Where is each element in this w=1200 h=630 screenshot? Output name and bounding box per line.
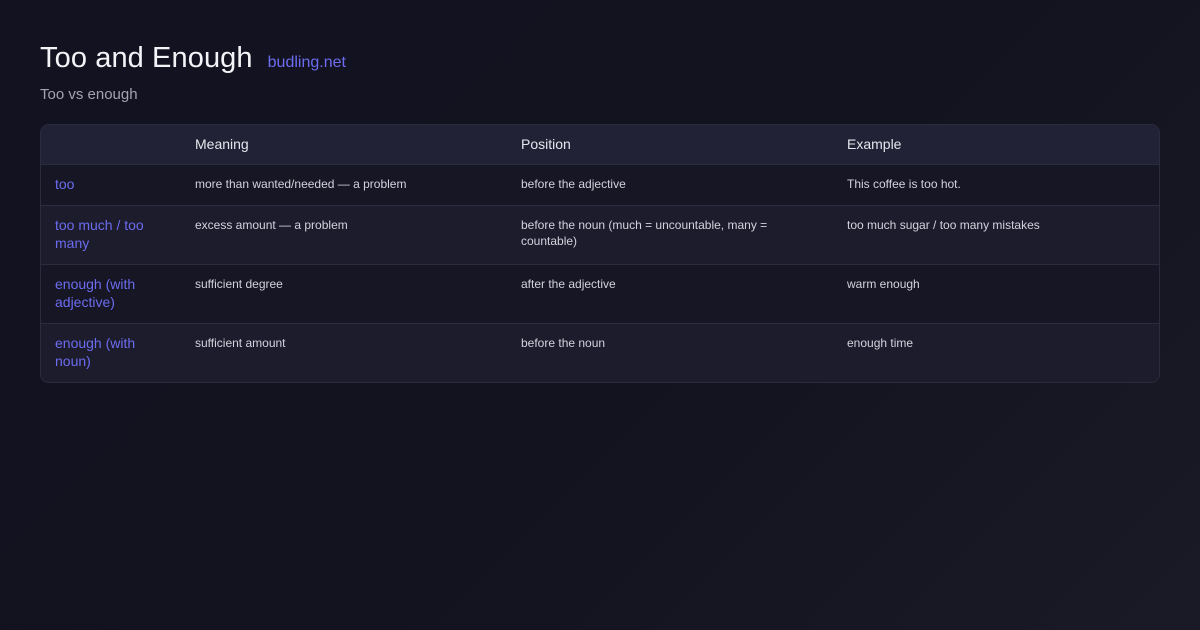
row-term: too much / too many [55,216,144,251]
row-position: before the noun (much = uncountable, man… [521,217,768,248]
comparison-table-card: Meaning Position Example too more than w… [40,124,1160,383]
row-example: This coffee is too hot. [847,176,961,191]
row-example: enough time [847,335,914,350]
column-header-example: Example [847,136,902,153]
row-meaning: more than wanted/needed — a problem [195,176,407,191]
row-term: too [55,175,75,192]
row-term: enough (with adjective) [55,275,136,310]
row-example: warm enough [847,276,920,291]
row-example: too much sugar / too many mistakes [847,217,1040,232]
comparison-table: Meaning Position Example too more than w… [41,125,1159,382]
page-title: Too and Enough [40,42,253,74]
column-header-position: Position [521,136,571,153]
table-row: enough (with noun) sufficient amount bef… [41,323,1159,382]
column-header-meaning: Meaning [195,136,249,153]
row-position: after the adjective [521,276,616,291]
table-header-row: Meaning Position Example [41,125,1159,164]
row-term: enough (with noun) [55,334,136,369]
row-meaning: sufficient degree [195,276,283,291]
row-meaning: sufficient amount [195,335,286,350]
row-position: before the adjective [521,176,626,191]
table-row: enough (with adjective) sufficient degre… [41,264,1159,323]
row-meaning: excess amount — a problem [195,217,348,232]
row-position: before the noun [521,335,606,350]
page-header: Too and Enough budling.net [40,42,346,75]
page-subtitle: Too vs enough [40,86,138,103]
column-header-term [41,125,181,164]
table-row: too more than wanted/needed — a problem … [41,164,1159,205]
table-row: too much / too many excess amount — a pr… [41,205,1159,264]
site-link[interactable]: budling.net [268,54,346,72]
